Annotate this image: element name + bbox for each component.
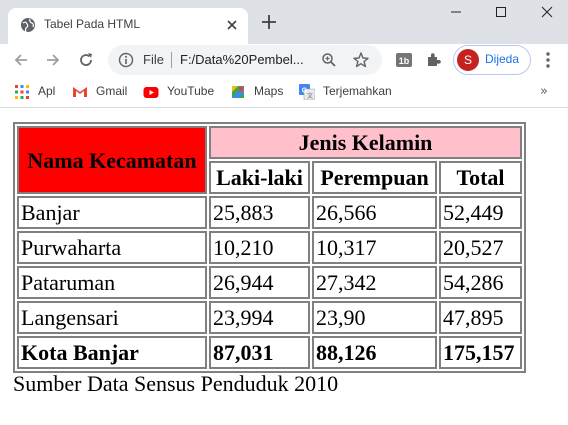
cell-laki-laki: 26,944 (209, 266, 310, 299)
tab-close-icon[interactable] (224, 17, 240, 33)
forward-icon[interactable] (44, 51, 62, 69)
bookmark-gmail[interactable]: Gmail (72, 83, 132, 101)
avatar: S (457, 49, 479, 71)
cell-kecamatan: Kota Banjar (17, 336, 207, 369)
cell-total: 47,895 (439, 301, 522, 334)
table-header-row: Nama Kecamatan Jenis Kelamin (17, 126, 522, 194)
bookmark-label: Apl (38, 84, 56, 98)
header-laki-laki: Laki-laki (209, 161, 310, 194)
cell-laki-laki: 25,883 (209, 196, 310, 229)
cell-total: 175,157 (439, 336, 522, 369)
cell-total: 20,527 (439, 231, 522, 264)
gmail-icon (73, 87, 87, 97)
bookmark-label: Gmail (96, 84, 128, 98)
reload-icon[interactable] (77, 51, 95, 69)
header-total: Total (439, 161, 522, 194)
header-perempuan: Perempuan (312, 161, 437, 194)
census-table: Nama Kecamatan Jenis Kelamin Laki-laki P… (13, 122, 526, 373)
table-caption: Sumber Data Sensus Penduduk 2010 (13, 371, 339, 396)
table-row: Langensari 23,994 23,90 47,895 (17, 301, 522, 334)
profile-name: Dijeda (485, 52, 520, 66)
bookmark-star-icon[interactable] (352, 51, 370, 69)
table-row: Pataruman 26,944 27,342 54,286 (17, 266, 522, 299)
tab-strip: Tabel Pada HTML (0, 0, 568, 44)
translate-icon: G 文 (299, 84, 315, 100)
table-row: Purwaharta 10,210 10,317 20,527 (17, 231, 522, 264)
new-tab-icon[interactable] (262, 15, 276, 29)
bookmark-label: YouTube (167, 84, 215, 98)
globe-icon (21, 18, 35, 33)
zoom-icon[interactable] (321, 52, 337, 68)
bookmark-maps[interactable]: Maps (230, 83, 288, 101)
more-menu-icon[interactable] (540, 51, 556, 69)
browser-toolbar: File F:/Data%20Pembel... 1b S Dijeda (0, 44, 568, 76)
header-nama-kecamatan: Nama Kecamatan (17, 126, 207, 194)
cell-perempuan: 26,566 (312, 196, 437, 229)
svg-text:1b: 1b (399, 56, 410, 66)
cell-kecamatan: Purwaharta (17, 231, 207, 264)
cell-kecamatan: Langensari (17, 301, 207, 334)
url-text[interactable]: F:/Data%20Pembel... (180, 52, 310, 67)
maps-icon (232, 86, 244, 98)
cell-laki-laki: 87,031 (209, 336, 310, 369)
table-total-row: Kota Banjar 87,031 88,126 175,157 (17, 336, 522, 369)
bookmark-label: Terjemahkan (323, 84, 392, 98)
bookmarks-bar: Apl Gmail YouTube Maps G 文 Terjemahkan » (0, 76, 568, 108)
bookmark-apps[interactable]: Apl (14, 83, 62, 101)
cell-perempuan: 23,90 (312, 301, 437, 334)
cell-total: 54,286 (439, 266, 522, 299)
window-close-icon[interactable] (539, 4, 555, 20)
url-separator (171, 52, 172, 68)
url-scheme: File (143, 52, 164, 67)
apps-grid-icon (15, 85, 29, 99)
tab-title: Tabel Pada HTML (44, 17, 141, 31)
cell-laki-laki: 10,210 (209, 231, 310, 264)
extensions-puzzle-icon[interactable] (425, 51, 443, 69)
svg-text:文: 文 (307, 92, 313, 100)
table-row: Banjar 25,883 26,566 52,449 (17, 196, 522, 229)
bookmark-label: Maps (254, 84, 284, 98)
extension-1b-icon[interactable]: 1b (395, 51, 413, 69)
cell-perempuan: 10,317 (312, 231, 437, 264)
bookmark-translate[interactable]: G 文 Terjemahkan (299, 83, 394, 101)
bookmark-youtube[interactable]: YouTube (143, 83, 218, 101)
bookmarks-overflow-button[interactable]: » (540, 84, 548, 99)
browser-tab[interactable]: Tabel Pada HTML (8, 8, 248, 44)
cell-perempuan: 27,342 (312, 266, 437, 299)
back-icon[interactable] (12, 51, 30, 69)
minimize-icon[interactable] (448, 4, 464, 20)
address-bar[interactable]: File F:/Data%20Pembel... (108, 45, 382, 75)
header-jenis-kelamin: Jenis Kelamin (209, 126, 522, 159)
info-icon[interactable] (118, 52, 134, 68)
page-content: Nama Kecamatan Jenis Kelamin Laki-laki P… (0, 109, 568, 425)
profile-button[interactable]: S Dijeda (453, 45, 531, 75)
cell-laki-laki: 23,994 (209, 301, 310, 334)
cell-kecamatan: Banjar (17, 196, 207, 229)
cell-total: 52,449 (439, 196, 522, 229)
cell-perempuan: 88,126 (312, 336, 437, 369)
maximize-icon[interactable] (493, 4, 509, 20)
youtube-icon (143, 87, 159, 98)
cell-kecamatan: Pataruman (17, 266, 207, 299)
